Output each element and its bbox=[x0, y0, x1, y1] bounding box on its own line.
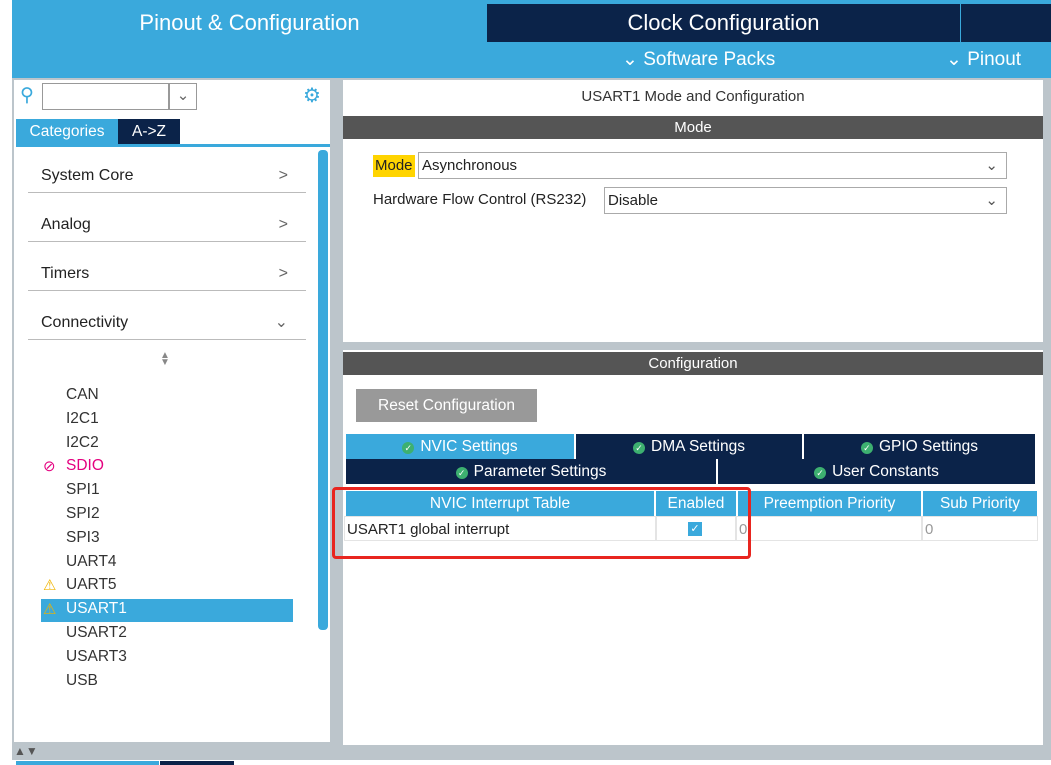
gear-icon[interactable]: ⚙ bbox=[303, 83, 321, 108]
connectivity-item-i2c1[interactable]: I2C1 bbox=[66, 410, 99, 428]
chevron-down-icon: ⌄ bbox=[274, 314, 288, 331]
connectivity-item-usart1[interactable]: ⚠ USART1 bbox=[43, 600, 127, 618]
connectivity-item-spi2[interactable]: SPI2 bbox=[66, 505, 100, 523]
category-timers[interactable]: Timers > bbox=[28, 257, 306, 291]
col-preemption-priority[interactable]: Preemption Priority bbox=[738, 491, 921, 516]
hw-flow-select[interactable]: Disable ⌄ bbox=[604, 187, 1007, 214]
reset-configuration-button[interactable]: Reset Configuration bbox=[356, 389, 537, 422]
panel-title: USART1 Mode and Configuration bbox=[581, 88, 805, 105]
tab-clock-configuration[interactable]: Clock Configuration bbox=[487, 4, 960, 42]
tab-a-z[interactable]: A->Z bbox=[118, 119, 180, 144]
disabled-icon: ⊘ bbox=[43, 458, 56, 476]
tab-more[interactable] bbox=[961, 4, 1051, 42]
tab-nvic-settings[interactable]: ✓ NVIC Settings bbox=[346, 434, 576, 459]
search-dropdown-chevron-icon[interactable]: ⌄ bbox=[169, 83, 197, 110]
chevron-right-icon: > bbox=[278, 167, 288, 184]
col-sub-priority[interactable]: Sub Priority bbox=[923, 491, 1037, 516]
mode-header: Mode bbox=[343, 116, 1043, 139]
tab-categories[interactable]: Categories bbox=[16, 119, 118, 144]
connectivity-item-spi1[interactable]: SPI1 bbox=[66, 481, 100, 499]
check-circle-icon: ✓ bbox=[860, 442, 873, 454]
pinout-menu[interactable]: ⌄ Pinout bbox=[946, 48, 1021, 71]
chevron-right-icon: > bbox=[278, 265, 288, 282]
mode-label: Mode bbox=[373, 155, 415, 177]
connectivity-item-usb[interactable]: USB bbox=[66, 672, 98, 690]
tab-underline bbox=[16, 144, 330, 147]
connectivity-item-uart4[interactable]: UART4 bbox=[66, 553, 117, 571]
warning-icon: ⚠ bbox=[43, 601, 57, 619]
search-icon: ⚲ bbox=[20, 85, 34, 106]
configuration-header: Configuration bbox=[343, 352, 1043, 375]
tab-user-constants[interactable]: ✓ User Constants bbox=[718, 459, 1035, 484]
tab-parameter-settings[interactable]: ✓ Parameter Settings bbox=[346, 459, 718, 484]
connectivity-item-spi3[interactable]: SPI3 bbox=[66, 529, 100, 547]
connectivity-item-can[interactable]: CAN bbox=[66, 386, 99, 404]
preemption-priority-cell[interactable]: 0 bbox=[736, 516, 922, 541]
sort-icon[interactable]: ▲ ▼ bbox=[160, 351, 170, 368]
check-circle-icon: ✓ bbox=[814, 467, 827, 479]
connectivity-item-usart2[interactable]: USART2 bbox=[66, 624, 127, 642]
scroll-arrows-icon[interactable]: ▲▼ bbox=[14, 744, 38, 758]
category-analog[interactable]: Analog > bbox=[28, 208, 306, 242]
hw-flow-label: Hardware Flow Control (RS232) bbox=[373, 191, 587, 208]
check-circle-icon: ✓ bbox=[633, 442, 646, 454]
sub-priority-cell[interactable]: 0 bbox=[922, 516, 1038, 541]
connectivity-item-uart5[interactable]: ⚠ UART5 bbox=[43, 576, 117, 594]
category-connectivity[interactable]: Connectivity ⌄ bbox=[28, 306, 306, 340]
warning-icon: ⚠ bbox=[43, 577, 57, 595]
software-packs-menu[interactable]: ⌄ Software Packs bbox=[622, 48, 775, 71]
chevron-down-icon: ⌄ bbox=[622, 49, 644, 70]
category-system-core[interactable]: System Core > bbox=[28, 159, 306, 193]
chevron-down-icon: ⌄ bbox=[985, 192, 998, 209]
bottom-tab-2[interactable] bbox=[160, 761, 234, 765]
bottom-scroll-bar bbox=[12, 745, 343, 760]
chevron-down-icon: ⌄ bbox=[985, 157, 998, 174]
chevron-right-icon: > bbox=[278, 216, 288, 233]
tab-dma-settings[interactable]: ✓ DMA Settings bbox=[576, 434, 804, 459]
check-circle-icon: ✓ bbox=[455, 467, 468, 479]
tab-gpio-settings[interactable]: ✓ GPIO Settings bbox=[804, 434, 1035, 459]
chevron-down-icon: ⌄ bbox=[946, 49, 968, 70]
connectivity-item-i2c2[interactable]: I2C2 bbox=[66, 434, 99, 452]
mode-select[interactable]: Asynchronous ⌄ bbox=[418, 152, 1007, 179]
tab-pinout-configuration[interactable]: Pinout & Configuration bbox=[12, 4, 487, 42]
check-circle-icon: ✓ bbox=[402, 442, 415, 454]
search-input[interactable] bbox=[42, 83, 169, 110]
annotation-highlight-box bbox=[332, 487, 751, 559]
connectivity-item-usart3[interactable]: USART3 bbox=[66, 648, 127, 666]
connectivity-item-sdio[interactable]: ⊘ SDIO bbox=[43, 457, 104, 475]
scrollbar[interactable] bbox=[318, 150, 328, 630]
bottom-tab-1[interactable] bbox=[16, 761, 159, 765]
